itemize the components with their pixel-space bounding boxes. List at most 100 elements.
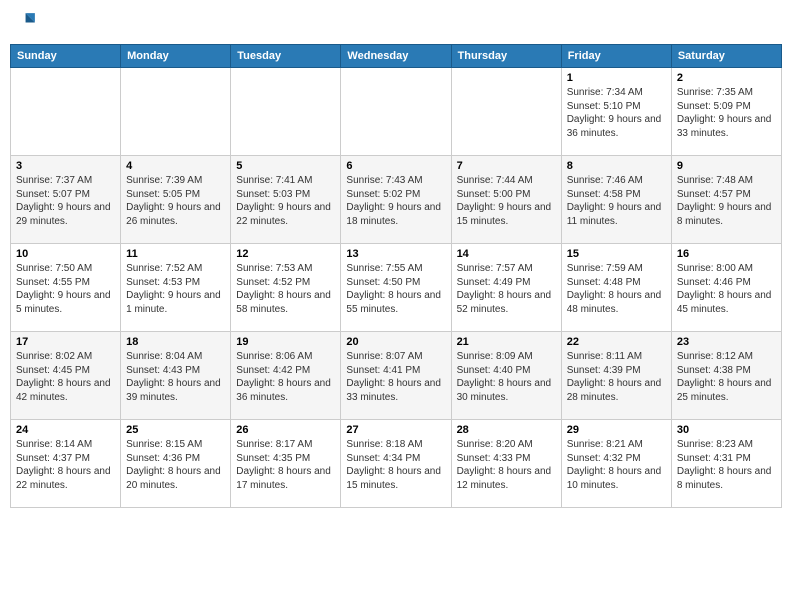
calendar-cell: 22 Sunrise: 8:11 AM Sunset: 4:39 PM Dayli… (561, 332, 671, 420)
day-number: 13 (346, 248, 445, 260)
calendar-cell: 21Sunrise: 8:09 AM Sunset: 4:40 PM Dayli… (451, 332, 561, 420)
day-info: Sunrise: 8:23 AM Sunset: 4:31 PM Dayligh… (677, 438, 776, 492)
calendar-cell (341, 68, 451, 156)
day-number: 6 (346, 160, 445, 172)
day-info: Sunrise: 8:02 AM Sunset: 4:45 PM Dayligh… (16, 350, 115, 404)
weekday-header: Tuesday (231, 45, 341, 68)
day-number: 18 (126, 336, 225, 348)
day-info: Sunrise: 8:00 AM Sunset: 4:46 PM Dayligh… (677, 262, 776, 316)
calendar-week-row: 10 Sunrise: 7:50 AM Sunset: 4:55 PM Dayli… (11, 244, 782, 332)
calendar-cell (231, 68, 341, 156)
weekday-header: Wednesday (341, 45, 451, 68)
calendar-cell: 16Sunrise: 8:00 AM Sunset: 4:46 PM Dayli… (671, 244, 781, 332)
day-info: Sunrise: 8:14 AM Sunset: 4:37 PM Dayligh… (16, 438, 115, 492)
calendar-cell (121, 68, 231, 156)
day-info: Sunrise: 8:11 AM Sunset: 4:39 PM Dayligh… (567, 350, 666, 404)
day-number: 24 (16, 424, 115, 436)
day-number: 1 (567, 72, 666, 84)
calendar-cell: 29 Sunrise: 8:21 AM Sunset: 4:32 PM Dayli… (561, 420, 671, 508)
calendar-cell (451, 68, 561, 156)
day-number: 21 (457, 336, 556, 348)
calendar-week-row: 17 Sunrise: 8:02 AM Sunset: 4:45 PM Dayli… (11, 332, 782, 420)
calendar-cell: 10 Sunrise: 7:50 AM Sunset: 4:55 PM Dayli… (11, 244, 121, 332)
day-number: 17 (16, 336, 115, 348)
calendar-cell: 25 Sunrise: 8:15 AM Sunset: 4:36 PM Dayli… (121, 420, 231, 508)
logo (10, 10, 40, 38)
day-number: 14 (457, 248, 556, 260)
day-info: Sunrise: 7:44 AM Sunset: 5:00 PM Dayligh… (457, 174, 556, 228)
calendar-cell: 24 Sunrise: 8:14 AM Sunset: 4:37 PM Dayli… (11, 420, 121, 508)
day-info: Sunrise: 8:07 AM Sunset: 4:41 PM Dayligh… (346, 350, 445, 404)
day-info: Sunrise: 8:18 AM Sunset: 4:34 PM Dayligh… (346, 438, 445, 492)
calendar-cell: 4 Sunrise: 7:39 AM Sunset: 5:05 PM Daylig… (121, 156, 231, 244)
day-info: Sunrise: 8:21 AM Sunset: 4:32 PM Dayligh… (567, 438, 666, 492)
day-number: 15 (567, 248, 666, 260)
day-info: Sunrise: 8:15 AM Sunset: 4:36 PM Dayligh… (126, 438, 225, 492)
day-number: 26 (236, 424, 335, 436)
day-info: Sunrise: 7:53 AM Sunset: 4:52 PM Dayligh… (236, 262, 335, 316)
day-number: 8 (567, 160, 666, 172)
day-number: 23 (677, 336, 776, 348)
calendar-cell: 3 Sunrise: 7:37 AM Sunset: 5:07 PM Daylig… (11, 156, 121, 244)
calendar-cell: 13Sunrise: 7:55 AM Sunset: 4:50 PM Dayli… (341, 244, 451, 332)
day-number: 4 (126, 160, 225, 172)
calendar-cell: 17 Sunrise: 8:02 AM Sunset: 4:45 PM Dayli… (11, 332, 121, 420)
day-number: 2 (677, 72, 776, 84)
calendar-cell: 26 Sunrise: 8:17 AM Sunset: 4:35 PM Dayli… (231, 420, 341, 508)
calendar-cell: 28 Sunrise: 8:20 AM Sunset: 4:33 PM Dayli… (451, 420, 561, 508)
calendar-cell: 18 Sunrise: 8:04 AM Sunset: 4:43 PM Dayli… (121, 332, 231, 420)
calendar-cell: 27Sunrise: 8:18 AM Sunset: 4:34 PM Dayli… (341, 420, 451, 508)
day-number: 12 (236, 248, 335, 260)
page-header (10, 10, 782, 38)
day-info: Sunrise: 7:43 AM Sunset: 5:02 PM Dayligh… (346, 174, 445, 228)
calendar-week-row: 24 Sunrise: 8:14 AM Sunset: 4:37 PM Dayli… (11, 420, 782, 508)
day-info: Sunrise: 7:46 AM Sunset: 4:58 PM Dayligh… (567, 174, 666, 228)
day-info: Sunrise: 7:57 AM Sunset: 4:49 PM Dayligh… (457, 262, 556, 316)
calendar-header-row: SundayMondayTuesdayWednesdayThursdayFrid… (11, 45, 782, 68)
calendar-cell: 7 Sunrise: 7:44 AM Sunset: 5:00 PM Daylig… (451, 156, 561, 244)
calendar-cell: 11 Sunrise: 7:52 AM Sunset: 4:53 PM Dayli… (121, 244, 231, 332)
calendar-cell: 6 Sunrise: 7:43 AM Sunset: 5:02 PM Daylig… (341, 156, 451, 244)
day-info: Sunrise: 7:39 AM Sunset: 5:05 PM Dayligh… (126, 174, 225, 228)
day-info: Sunrise: 7:48 AM Sunset: 4:57 PM Dayligh… (677, 174, 776, 228)
day-info: Sunrise: 8:12 AM Sunset: 4:38 PM Dayligh… (677, 350, 776, 404)
calendar-table: SundayMondayTuesdayWednesdayThursdayFrid… (10, 44, 782, 508)
weekday-header: Saturday (671, 45, 781, 68)
day-info: Sunrise: 7:35 AM Sunset: 5:09 PM Dayligh… (677, 86, 776, 140)
day-number: 28 (457, 424, 556, 436)
logo-icon (10, 10, 38, 38)
day-number: 7 (457, 160, 556, 172)
day-info: Sunrise: 7:34 AM Sunset: 5:10 PM Dayligh… (567, 86, 666, 140)
day-number: 19 (236, 336, 335, 348)
calendar-week-row: 1 Sunrise: 7:34 AM Sunset: 5:10 PM Daylig… (11, 68, 782, 156)
calendar-cell: 12 Sunrise: 7:53 AM Sunset: 4:52 PM Dayli… (231, 244, 341, 332)
calendar-cell: 23 Sunrise: 8:12 AM Sunset: 4:38 PM Dayli… (671, 332, 781, 420)
day-number: 11 (126, 248, 225, 260)
day-info: Sunrise: 8:17 AM Sunset: 4:35 PM Dayligh… (236, 438, 335, 492)
calendar-cell: 1 Sunrise: 7:34 AM Sunset: 5:10 PM Daylig… (561, 68, 671, 156)
calendar-cell (11, 68, 121, 156)
day-number: 25 (126, 424, 225, 436)
day-info: Sunrise: 7:50 AM Sunset: 4:55 PM Dayligh… (16, 262, 115, 316)
calendar-cell: 15Sunrise: 7:59 AM Sunset: 4:48 PM Dayli… (561, 244, 671, 332)
calendar-cell: 20 Sunrise: 8:07 AM Sunset: 4:41 PM Dayli… (341, 332, 451, 420)
calendar-cell: 8 Sunrise: 7:46 AM Sunset: 4:58 PM Daylig… (561, 156, 671, 244)
calendar-cell: 9Sunrise: 7:48 AM Sunset: 4:57 PM Daylig… (671, 156, 781, 244)
day-number: 20 (346, 336, 445, 348)
calendar-cell: 14 Sunrise: 7:57 AM Sunset: 4:49 PM Dayli… (451, 244, 561, 332)
day-number: 22 (567, 336, 666, 348)
day-info: Sunrise: 7:37 AM Sunset: 5:07 PM Dayligh… (16, 174, 115, 228)
calendar-cell: 2 Sunrise: 7:35 AM Sunset: 5:09 PM Daylig… (671, 68, 781, 156)
day-info: Sunrise: 7:52 AM Sunset: 4:53 PM Dayligh… (126, 262, 225, 316)
day-number: 29 (567, 424, 666, 436)
day-number: 3 (16, 160, 115, 172)
day-info: Sunrise: 8:20 AM Sunset: 4:33 PM Dayligh… (457, 438, 556, 492)
calendar-cell: 5 Sunrise: 7:41 AM Sunset: 5:03 PM Daylig… (231, 156, 341, 244)
day-number: 5 (236, 160, 335, 172)
day-info: Sunrise: 8:04 AM Sunset: 4:43 PM Dayligh… (126, 350, 225, 404)
weekday-header: Sunday (11, 45, 121, 68)
weekday-header: Thursday (451, 45, 561, 68)
day-number: 10 (16, 248, 115, 260)
calendar-week-row: 3 Sunrise: 7:37 AM Sunset: 5:07 PM Daylig… (11, 156, 782, 244)
day-info: Sunrise: 7:41 AM Sunset: 5:03 PM Dayligh… (236, 174, 335, 228)
